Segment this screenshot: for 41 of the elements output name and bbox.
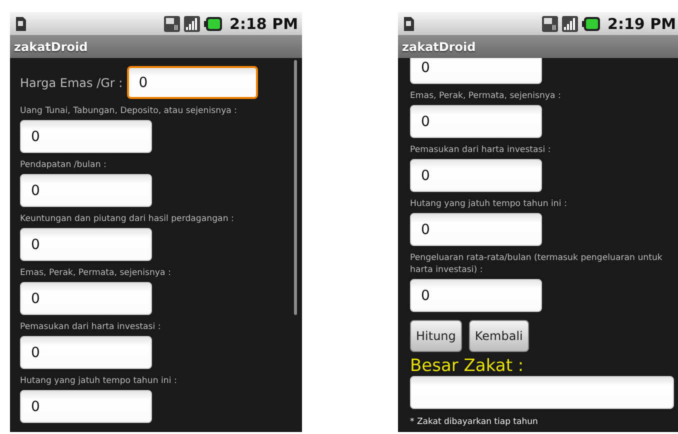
input-field[interactable]: 0	[20, 282, 152, 315]
clock: 2:19 PM	[608, 14, 676, 32]
field-label: Pemasukan dari harta investasi :	[20, 321, 161, 333]
network-3g-icon	[164, 16, 180, 32]
input-field[interactable]: 0	[410, 105, 542, 138]
scrollbar[interactable]	[294, 60, 297, 315]
input-field[interactable]: 0	[410, 58, 542, 84]
clock: 2:18 PM	[230, 14, 298, 32]
result-label: Besar Zakat :	[410, 356, 524, 376]
input-field[interactable]: 0	[20, 174, 152, 207]
action-button[interactable]: Hitung	[410, 320, 462, 352]
input-field[interactable]: 0	[410, 279, 542, 312]
field-label: Hutang yang jatuh tempo tahun ini :	[410, 198, 567, 210]
input-field[interactable]: 0	[20, 390, 152, 423]
sim-card-icon	[16, 16, 26, 30]
input-field[interactable]: 0	[20, 120, 152, 153]
input-field[interactable]: 0	[410, 213, 542, 246]
input-field[interactable]: 0	[410, 159, 542, 192]
action-button[interactable]: Kembali	[468, 320, 529, 352]
network-3g-icon	[542, 16, 558, 32]
signal-icon	[562, 16, 578, 32]
field-label: Pemasukan dari harta investasi :	[410, 144, 551, 156]
input-field[interactable]: 0	[126, 66, 258, 99]
input-field[interactable]: 0	[20, 336, 152, 369]
battery-icon	[582, 16, 600, 30]
field-label: Pengeluaran rata-rata/bulan (termasuk pengeluaran untuk harta investasi) :	[410, 252, 664, 276]
field-label: Emas, Perak, Permata, sejenisnya :	[20, 267, 171, 279]
result-field[interactable]	[410, 376, 674, 409]
field-label: Pendapatan /bulan :	[20, 159, 106, 171]
app-title: zakatDroid	[10, 35, 302, 58]
field-label: Keuntungan dan piutang dari hasil perdagangan :	[20, 213, 234, 225]
field-label: Harga Emas /Gr :	[20, 76, 123, 90]
battery-icon	[204, 16, 222, 30]
input-field[interactable]: 0	[20, 228, 152, 261]
signal-icon	[184, 16, 200, 32]
field-label: Uang Tunai, Tabungan, Deposito, atau sejenisnya :	[20, 105, 238, 117]
footnote: * Zakat dibayarkan tiap tahun	[410, 417, 538, 427]
sim-card-icon	[404, 16, 414, 30]
app-title: zakatDroid	[398, 35, 678, 58]
field-label: Emas, Perak, Permata, sejenisnya :	[410, 90, 561, 102]
field-label: Hutang yang jatuh tempo tahun ini :	[20, 375, 177, 387]
